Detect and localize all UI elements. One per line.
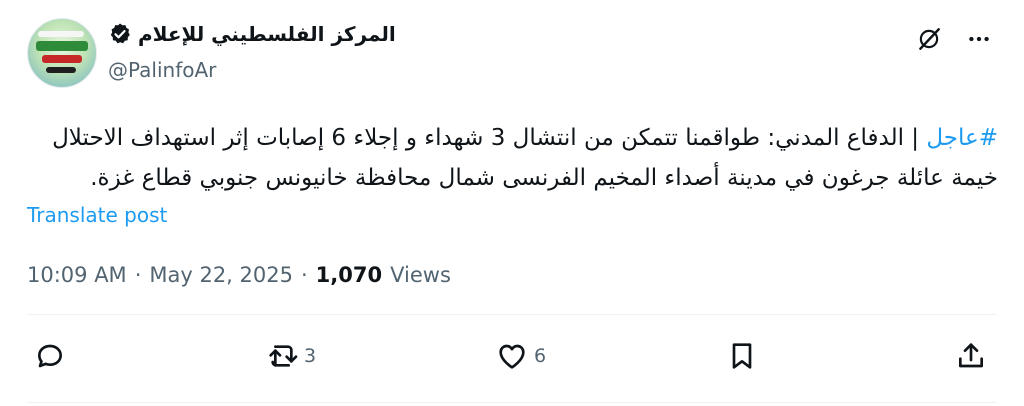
views-count: 1,070 [315,263,383,287]
divider [27,314,997,315]
more-horizontal-icon[interactable] [964,24,994,54]
bookmark-button[interactable] [726,340,758,372]
avatar-logo-part [42,55,82,63]
share-button[interactable] [955,340,987,372]
post-meta: 10:09 AM · May 22, 2025 · 1,070 Views [27,263,451,287]
bookmark-icon [732,343,752,369]
post-body: | الدفاع المدني: طواقمنا تتمكن من انتشال… [52,125,998,191]
reply-button[interactable] [34,340,72,372]
reply-icon [38,344,62,368]
author-handle[interactable]: @PalinfoAr [108,58,216,82]
avatar-logo-part [38,31,84,37]
avatar-logo-part [36,41,88,51]
views-label: Views [390,263,451,287]
author-name[interactable]: المركز الفلسطيني للإعلام [108,22,396,46]
share-icon [959,343,983,368]
avatar-logo-part [46,67,76,73]
divider [27,402,997,403]
like-button[interactable]: 6 [496,340,546,372]
repost-icon [269,345,298,367]
verified-badge-icon [108,22,132,46]
post-time[interactable]: 10:09 AM [27,263,127,287]
author-display-name[interactable]: المركز الفلسطيني للإعلام [138,22,396,46]
grok-icon[interactable] [914,24,944,54]
repost-count: 3 [304,345,317,367]
post-text: #عاجل | الدفاع المدني: طواقمنا تتمكن من … [24,118,998,198]
avatar[interactable] [27,18,97,88]
meta-separator: · [134,263,142,287]
action-bar: 3 6 [0,340,1024,390]
post-date[interactable]: May 22, 2025 [149,263,293,287]
hashtag-link[interactable]: #عاجل [926,125,998,151]
like-count: 6 [534,345,547,367]
heart-icon [499,344,525,369]
meta-separator: · [300,263,308,287]
translate-post-link[interactable]: Translate post [27,203,167,227]
repost-button[interactable]: 3 [266,340,316,372]
